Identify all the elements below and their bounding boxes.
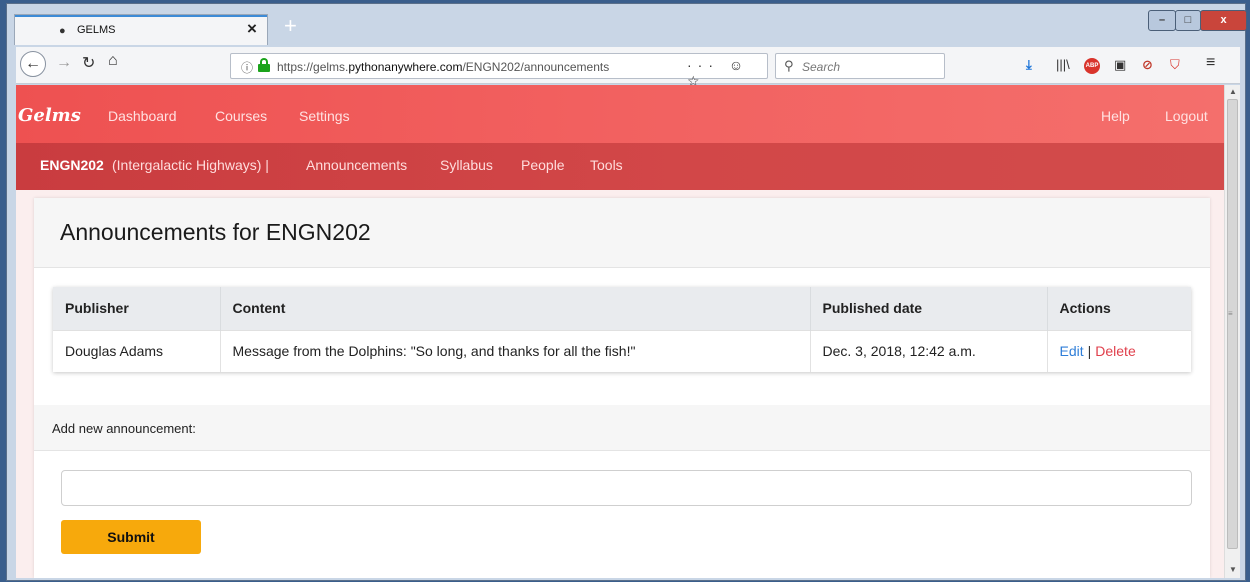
nav-settings[interactable]: Settings — [299, 108, 350, 124]
nav-help[interactable]: Help — [1101, 108, 1130, 124]
course-name: (Intergalactic Highways) | — [112, 157, 269, 173]
course-code[interactable]: ENGN202 — [40, 157, 104, 173]
tab-accent — [15, 15, 267, 17]
sidebar-icon[interactable]: ▣ — [1114, 57, 1126, 73]
submit-button[interactable]: Submit — [61, 520, 201, 554]
header-publisher: Publisher — [53, 287, 221, 330]
reload-icon[interactable]: ↻ — [82, 53, 95, 73]
subnav-people[interactable]: People — [521, 157, 565, 173]
brand-logo[interactable]: Gelms — [18, 105, 81, 126]
maximize-button[interactable]: □ — [1175, 10, 1201, 31]
forward-arrow-icon[interactable]: → — [56, 54, 72, 72]
library-icon[interactable]: |||\ — [1056, 57, 1070, 72]
back-arrow-icon[interactable]: ← — [20, 51, 46, 77]
scroll-grip-icon: ≡ — [1228, 309, 1233, 318]
top-navbar: Gelms Dashboard Courses Settings Help Lo… — [16, 85, 1224, 143]
table-header-row: Publisher Content Published date Actions — [53, 287, 1191, 330]
announcements-panel: Announcements for ENGN202 Publisher Cont… — [34, 198, 1210, 578]
action-separator: | — [1087, 343, 1092, 360]
url-bar[interactable]: ⓘ https://gelms.pythonanywhere.com/ENGN2… — [230, 53, 768, 89]
course-subnav: ENGN202 (Intergalactic Highways) | Annou… — [16, 143, 1224, 190]
cell-content: Message from the Dolphins: "So long, and… — [220, 329, 811, 372]
nav-logout[interactable]: Logout — [1165, 108, 1208, 124]
scroll-down-icon[interactable]: ▼ — [1229, 565, 1237, 574]
add-announcement-label: Add new announcement: — [52, 421, 196, 436]
nav-dashboard[interactable]: Dashboard — [108, 108, 177, 124]
info-icon[interactable]: ⓘ — [241, 59, 253, 76]
vertical-scrollbar[interactable]: ▲ ≡ ▼ — [1224, 85, 1240, 578]
cell-date: Dec. 3, 2018, 12:42 a.m. — [810, 329, 1048, 372]
shield-icon[interactable]: ⛉ — [1170, 57, 1180, 73]
nav-courses[interactable]: Courses — [215, 108, 267, 124]
close-window-button[interactable]: x — [1200, 10, 1247, 31]
page-title: Announcements for ENGN202 — [60, 219, 371, 245]
close-tab-icon[interactable]: × — [247, 19, 257, 39]
subnav-announcements[interactable]: Announcements — [306, 157, 407, 173]
menu-icon[interactable]: ≡ — [1206, 54, 1215, 72]
announcement-input[interactable] — [61, 470, 1192, 506]
header-actions: Actions — [1047, 287, 1191, 330]
subnav-syllabus[interactable]: Syllabus — [440, 157, 493, 173]
adblock-icon[interactable]: ABP — [1084, 58, 1100, 74]
tab-bar: ● GELMS × + – □ x — [8, 10, 1247, 45]
browser-toolbar: ← → ↻ ⌂ ⓘ https://gelms.pythonanywhere.c… — [16, 47, 1240, 89]
minimize-button[interactable]: – — [1148, 10, 1176, 31]
no-entry-icon[interactable]: ⊘ — [1142, 57, 1153, 73]
scroll-thumb[interactable] — [1227, 99, 1238, 549]
search-icon: ⚲ — [784, 58, 794, 73]
cell-publisher: Douglas Adams — [53, 329, 221, 372]
user-icon: ● — [59, 25, 66, 37]
announcements-table-card: Publisher Content Published date Actions… — [53, 287, 1191, 372]
download-icon[interactable]: ⤓ — [1026, 57, 1032, 73]
header-content: Content — [220, 287, 811, 330]
window-controls: – □ x — [1148, 10, 1249, 32]
panel-header: Announcements for ENGN202 — [34, 198, 1210, 268]
page-viewport: Gelms Dashboard Courses Settings Help Lo… — [16, 85, 1224, 578]
tab-title: GELMS — [77, 24, 116, 36]
scroll-up-icon[interactable]: ▲ — [1229, 87, 1237, 96]
table-row: Douglas Adams Message from the Dolphins:… — [53, 329, 1191, 372]
subnav-tools[interactable]: Tools — [590, 157, 623, 173]
search-placeholder: Search — [802, 60, 841, 74]
lock-icon — [258, 58, 270, 72]
search-bar[interactable]: ⚲ Search — [775, 53, 945, 79]
tab-gelms[interactable]: ● GELMS × — [14, 14, 268, 45]
add-announcement-header: Add new announcement: — [34, 405, 1210, 451]
delete-link[interactable]: Delete — [1095, 343, 1135, 359]
new-tab-icon[interactable]: + — [284, 13, 297, 39]
cell-actions: Edit | Delete — [1047, 329, 1191, 372]
edit-link[interactable]: Edit — [1060, 343, 1084, 359]
url-text: https://gelms.pythonanywhere.com/ENGN202… — [277, 60, 610, 74]
home-icon[interactable]: ⌂ — [108, 52, 118, 70]
announcements-table: Publisher Content Published date Actions… — [53, 287, 1191, 372]
header-published-date: Published date — [810, 287, 1048, 330]
